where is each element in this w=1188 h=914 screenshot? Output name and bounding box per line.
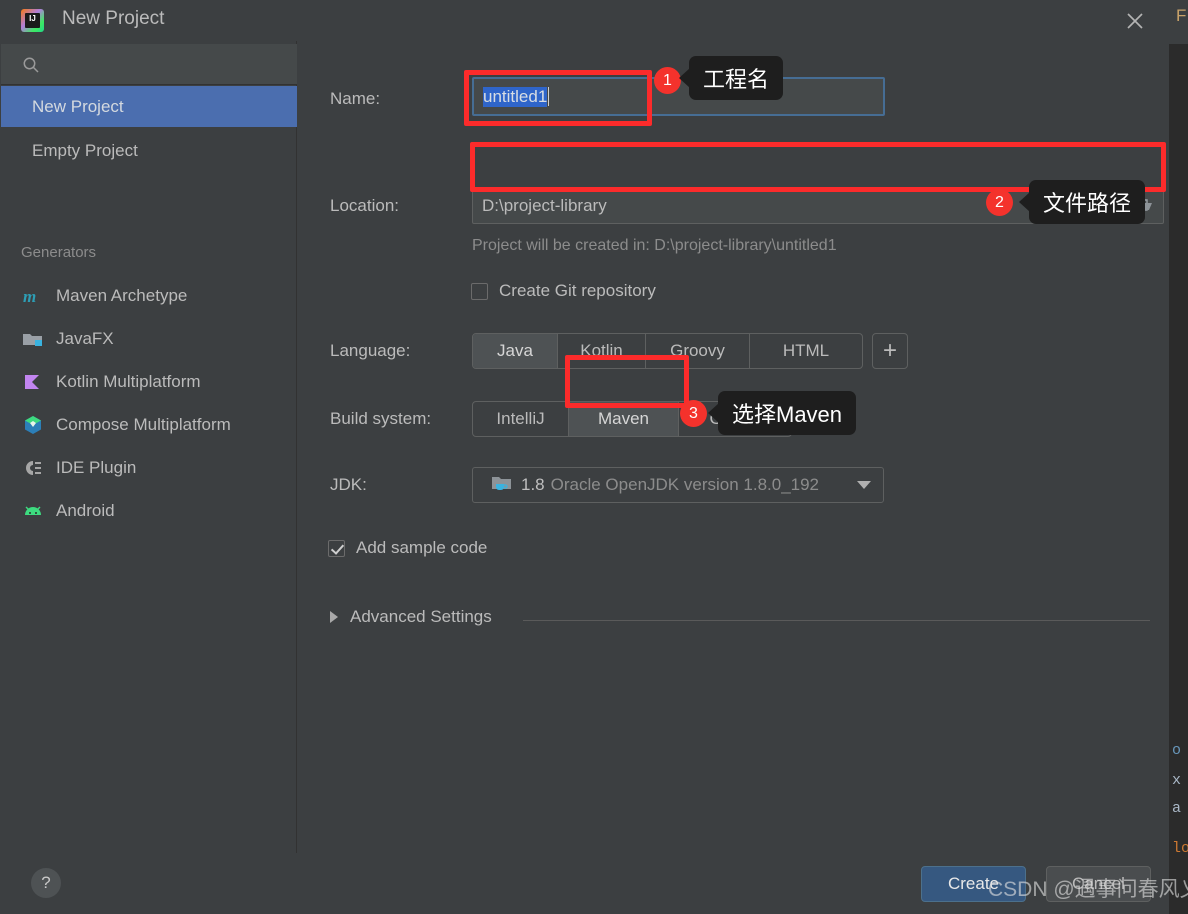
search-input[interactable] xyxy=(45,52,285,76)
jdk-folder-icon xyxy=(491,474,513,497)
jdk-label: JDK: xyxy=(330,475,367,494)
cancel-button-label: Cancel xyxy=(1072,874,1125,893)
search-icon xyxy=(22,56,40,79)
annotation-badge-3: 3 xyxy=(680,400,707,427)
language-option-groovy[interactable]: Groovy xyxy=(646,334,750,368)
sidebar-item-kotlin-multiplatform[interactable]: Kotlin Multiplatform xyxy=(1,360,297,403)
checkbox-box xyxy=(328,539,345,557)
annotation-tooltip-3: 选择Maven xyxy=(718,391,857,435)
add-sample-code-checkbox[interactable]: Add sample code xyxy=(328,538,487,558)
sidebar: New Project Empty Project Generators m M… xyxy=(1,41,297,853)
background-code-fragment: lo xyxy=(1172,840,1188,857)
build-system-option-maven[interactable]: Maven xyxy=(569,402,679,436)
sidebar-item-label: New Project xyxy=(32,96,124,116)
project-form: Name: untitled1 Location: D:\project-lib… xyxy=(297,41,1169,853)
sidebar-item-android[interactable]: Android xyxy=(1,489,297,532)
language-label: Language: xyxy=(330,341,411,360)
advanced-settings-label: Advanced Settings xyxy=(350,607,492,626)
create-button[interactable]: Create xyxy=(921,866,1026,902)
sidebar-item-new-project[interactable]: New Project xyxy=(1,86,297,127)
name-input-value: untitled1 xyxy=(483,86,548,107)
maven-icon: m xyxy=(22,285,44,307)
jdk-description: Oracle OpenJDK version 1.8.0_192 xyxy=(550,475,820,494)
annotation-tooltip-2: 文件路径 xyxy=(1029,180,1146,224)
background-code-fragment: x xyxy=(1172,772,1182,789)
language-option-html[interactable]: HTML xyxy=(750,334,862,368)
help-button[interactable]: ? xyxy=(31,868,61,898)
build-system-label: Build system: xyxy=(330,409,432,428)
cancel-button[interactable]: Cancel xyxy=(1046,866,1151,902)
dialog-titlebar: IJ New Project xyxy=(0,0,1169,41)
location-input-value: D:\project-library xyxy=(482,196,607,215)
annotation-tooltip-1: 工程名 xyxy=(689,56,784,100)
chevron-right-icon[interactable] xyxy=(330,611,338,623)
create-button-label: Create xyxy=(947,874,1000,893)
intellij-idea-icon: IJ xyxy=(21,9,44,32)
dialog-title: New Project xyxy=(62,8,165,29)
build-system-option-intellij[interactable]: IntelliJ xyxy=(473,402,569,436)
text-caret xyxy=(548,87,550,106)
sidebar-item-empty-project[interactable]: Empty Project xyxy=(1,130,297,171)
advanced-settings-row[interactable]: Advanced Settings xyxy=(330,607,1150,633)
location-hint: Project will be created in: D:\project-l… xyxy=(472,237,837,254)
generators-section-label: Generators xyxy=(21,244,97,261)
divider xyxy=(523,620,1150,621)
sidebar-item-label: IDE Plugin xyxy=(56,457,137,477)
jdk-version: 1.8 xyxy=(521,475,545,494)
sidebar-item-maven-archetype[interactable]: m Maven Archetype xyxy=(1,274,297,317)
sidebar-item-label: Empty Project xyxy=(32,140,138,160)
sidebar-item-ide-plugin[interactable]: IDE Plugin xyxy=(1,446,297,489)
annotation-badge-1: 1 xyxy=(654,67,681,94)
sidebar-item-label: Compose Multiplatform xyxy=(56,414,231,434)
sidebar-item-label: JavaFX xyxy=(56,328,114,348)
background-menu-item: F xyxy=(1176,6,1187,25)
create-git-repository-checkbox[interactable]: Create Git repository xyxy=(471,281,656,301)
annotation-badge-2: 2 xyxy=(986,189,1013,216)
sidebar-item-label: Kotlin Multiplatform xyxy=(56,371,201,391)
background-code-fragment: a xyxy=(1172,800,1182,817)
search-field-container[interactable] xyxy=(1,44,297,85)
language-option-java[interactable]: Java xyxy=(473,334,558,368)
name-label: Name: xyxy=(330,89,381,108)
new-project-dialog: IJ New Project New Project Empty Project… xyxy=(0,0,1169,914)
javafx-icon xyxy=(22,328,44,350)
checkbox-label: Add sample code xyxy=(356,538,488,557)
svg-text:m: m xyxy=(23,287,36,306)
background-code-fragment: o xyxy=(1172,742,1182,759)
plugin-icon xyxy=(22,457,44,479)
checkbox-box xyxy=(471,282,488,300)
close-icon[interactable] xyxy=(1113,4,1157,38)
checkbox-label: Create Git repository xyxy=(499,281,656,300)
sidebar-item-compose-multiplatform[interactable]: Compose Multiplatform xyxy=(1,403,297,446)
dialog-body: New Project Empty Project Generators m M… xyxy=(0,41,1169,853)
location-label: Location: xyxy=(330,196,399,215)
add-language-button[interactable]: + xyxy=(872,333,908,369)
language-option-kotlin[interactable]: Kotlin xyxy=(558,334,646,368)
jdk-combobox[interactable]: 1.8 Oracle OpenJDK version 1.8.0_192 xyxy=(472,467,884,503)
sidebar-item-label: Maven Archetype xyxy=(56,285,188,305)
sidebar-item-javafx[interactable]: JavaFX xyxy=(1,317,297,360)
chevron-down-icon[interactable] xyxy=(857,481,871,489)
kotlin-icon xyxy=(22,371,44,393)
sidebar-item-label: Android xyxy=(56,500,115,520)
compose-icon xyxy=(22,414,44,436)
language-segmented-control[interactable]: Java Kotlin Groovy HTML xyxy=(472,333,863,369)
android-icon xyxy=(22,500,44,522)
